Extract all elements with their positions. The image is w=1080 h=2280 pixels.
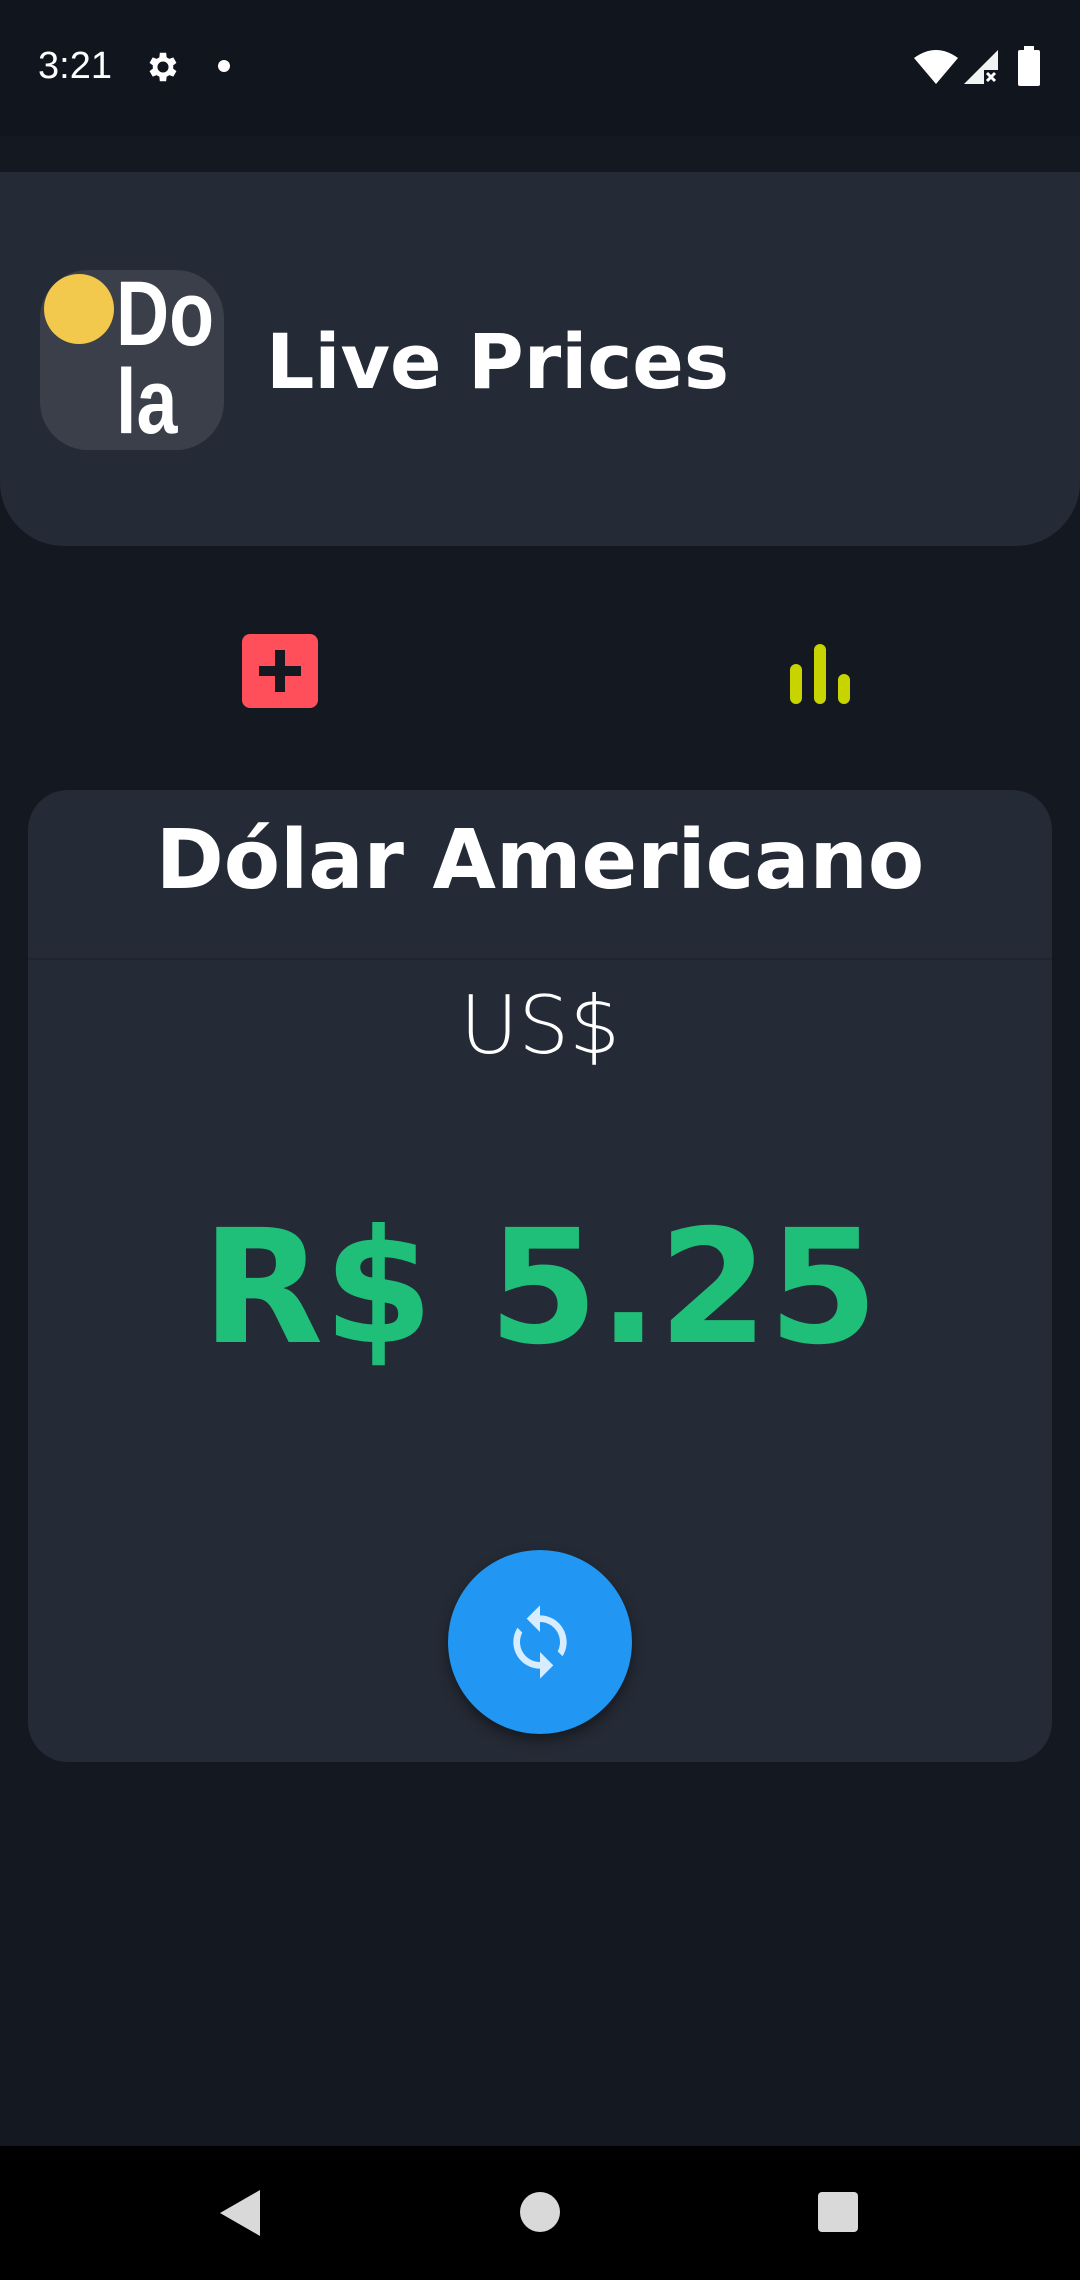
currency-card: Dólar Americano US$ R$ 5.25 bbox=[28, 790, 1052, 1762]
app-logo: Do la bbox=[40, 270, 224, 450]
signal-icon bbox=[964, 50, 998, 84]
coin-icon bbox=[44, 274, 114, 344]
gear-icon bbox=[149, 52, 177, 82]
notification-dot-icon bbox=[218, 60, 230, 72]
refresh-button[interactable] bbox=[448, 1550, 632, 1734]
system-nav-bar bbox=[0, 2146, 1080, 2280]
recents-icon[interactable] bbox=[818, 2192, 858, 2232]
wifi-icon bbox=[914, 50, 958, 84]
logo-text-line2: la bbox=[116, 351, 178, 450]
currency-name: Dólar Americano bbox=[155, 813, 925, 908]
app-header: Do la Live Prices bbox=[0, 172, 1080, 546]
page-title: Live Prices bbox=[266, 317, 730, 406]
logo-text-line1: Do bbox=[116, 270, 215, 365]
chart-bar bbox=[790, 664, 802, 704]
refresh-icon bbox=[513, 1605, 567, 1679]
chart-bar bbox=[838, 674, 850, 704]
battery-icon bbox=[1018, 46, 1040, 86]
add-currency-button[interactable] bbox=[242, 634, 318, 708]
plus-icon-bar bbox=[259, 666, 301, 676]
divider bbox=[28, 958, 1052, 960]
currency-price: R$ 5.25 bbox=[201, 1196, 879, 1380]
screen: 3:21 Do la Live Prices Dólar Americano U… bbox=[0, 0, 1080, 2280]
status-bar: 3:21 bbox=[0, 0, 1080, 136]
chart-button[interactable] bbox=[788, 640, 852, 704]
currency-symbol: US$ bbox=[459, 979, 621, 1072]
back-icon[interactable] bbox=[218, 2188, 262, 2238]
home-icon[interactable] bbox=[520, 2192, 560, 2232]
chart-bar bbox=[814, 644, 826, 704]
status-time: 3:21 bbox=[38, 45, 112, 87]
